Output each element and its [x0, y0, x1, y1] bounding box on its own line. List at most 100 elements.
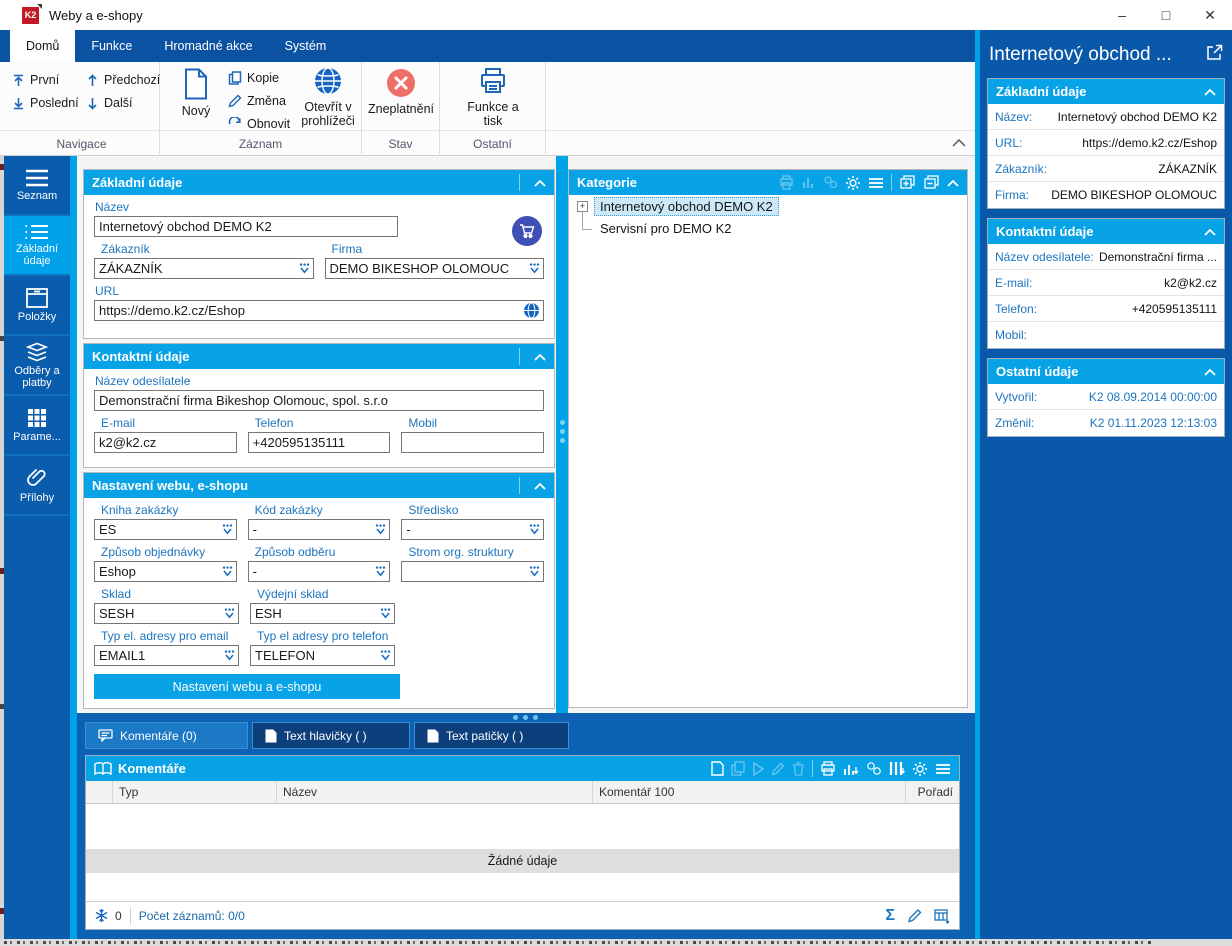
- sum-icon[interactable]: Σ: [885, 907, 895, 925]
- tab-hromadne-akce[interactable]: Hromadné akce: [148, 30, 268, 62]
- dropdown-icon[interactable]: [528, 523, 541, 536]
- nazev-input[interactable]: [94, 216, 398, 237]
- kniha-zakazky-input[interactable]: [94, 519, 237, 540]
- change-button[interactable]: Změna: [228, 91, 286, 111]
- settings-gear-icon[interactable]: [845, 175, 861, 191]
- settings-gear-icon[interactable]: [912, 761, 928, 777]
- minimize-button[interactable]: –: [1100, 1, 1144, 30]
- tree-node-selected[interactable]: Internetový obchod DEMO K2: [594, 197, 779, 216]
- tab-text-hlavicky[interactable]: Text hlavičky ( ): [252, 722, 410, 749]
- firma-input[interactable]: [324, 258, 544, 279]
- collapse-panel-icon[interactable]: [534, 179, 546, 187]
- open-in-browser-button[interactable]: Otevřít v prohlížeči: [296, 66, 360, 128]
- column-header-poradi[interactable]: Pořadí: [906, 781, 959, 803]
- vydejni-sklad-input[interactable]: [250, 603, 395, 624]
- inspector-row: Zákazník: ZÁKAZNÍK: [988, 156, 1224, 182]
- zpusob-objednavky-input[interactable]: [94, 561, 237, 582]
- sidebar-item-zakladni-udaje[interactable]: Základní údaje: [4, 216, 70, 276]
- url-input[interactable]: [94, 300, 544, 321]
- collapse-panel-icon[interactable]: [1204, 228, 1216, 236]
- tab-domu[interactable]: Domů: [10, 30, 76, 62]
- invalidate-button[interactable]: Zneplatnění: [365, 68, 437, 116]
- sidebar-item-odbery-a-platby[interactable]: Odběry a platby: [4, 336, 70, 396]
- collapse-panel-icon[interactable]: [534, 353, 546, 361]
- vertical-splitter[interactable]: [556, 156, 568, 713]
- first-button[interactable]: První: [12, 70, 59, 90]
- collapse-panel-icon[interactable]: [534, 482, 546, 490]
- dropdown-icon[interactable]: [221, 565, 234, 578]
- tab-komentare[interactable]: Komentáře (0): [85, 722, 248, 749]
- stredisko-input[interactable]: [401, 519, 545, 540]
- mobile-input[interactable]: [401, 432, 545, 453]
- maximize-button[interactable]: □: [1144, 1, 1188, 30]
- collapse-ribbon-button[interactable]: [952, 138, 970, 152]
- sidebar-item-parametry[interactable]: Parame...: [4, 396, 70, 456]
- previous-button[interactable]: Předchozí: [86, 70, 160, 90]
- gears-icon[interactable]: [866, 761, 882, 776]
- email-input[interactable]: [94, 432, 237, 453]
- dropdown-icon[interactable]: [379, 607, 392, 620]
- tab-funkce[interactable]: Funkce: [75, 30, 148, 62]
- collapse-panel-icon[interactable]: [1204, 368, 1216, 376]
- add-table-icon[interactable]: [934, 908, 951, 924]
- dropdown-icon[interactable]: [528, 565, 541, 578]
- copy-button[interactable]: Kopie: [228, 68, 279, 88]
- columns-icon[interactable]: [889, 761, 905, 776]
- globe-icon[interactable]: [523, 302, 540, 319]
- edit-pencil-icon[interactable]: [907, 908, 922, 923]
- inspector-row: URL: https://demo.k2.cz/Eshop: [988, 130, 1224, 156]
- nastaveni-webu-button[interactable]: Nastavení webu a e-shopu: [94, 674, 400, 699]
- column-header-komentar[interactable]: Komentář 100: [593, 781, 906, 803]
- dropdown-icon[interactable]: [374, 565, 387, 578]
- column-header-nazev[interactable]: Název: [277, 781, 593, 803]
- shopping-cart-button[interactable]: [512, 216, 542, 246]
- column-header-blank[interactable]: [86, 781, 113, 803]
- sidebar-label: Odběry a platby: [14, 364, 60, 389]
- inspector-row: Název: Internetový obchod DEMO K2: [988, 104, 1224, 130]
- open-external-icon[interactable]: [1206, 44, 1223, 61]
- dropdown-icon[interactable]: [528, 262, 541, 275]
- column-header-typ[interactable]: Typ: [113, 781, 277, 803]
- detail-list-icon: [25, 224, 49, 240]
- menu-icon[interactable]: [935, 763, 951, 775]
- sidebar-item-prilohy[interactable]: Přílohy: [4, 456, 70, 516]
- kod-zakazky-input[interactable]: [247, 519, 391, 540]
- dropdown-icon[interactable]: [298, 262, 311, 275]
- horizontal-splitter[interactable]: [513, 715, 538, 720]
- zpusob-odberu-input[interactable]: [247, 561, 391, 582]
- tab-system[interactable]: Systém: [269, 30, 343, 62]
- typ-adresy-email-input[interactable]: [94, 645, 239, 666]
- menu-icon[interactable]: [868, 177, 884, 189]
- dropdown-icon[interactable]: [223, 649, 236, 662]
- close-button[interactable]: ✕: [1188, 1, 1232, 30]
- strom-org-struktury-input[interactable]: [401, 561, 545, 582]
- last-button[interactable]: Poslední: [12, 93, 79, 113]
- new-button[interactable]: Nový: [174, 68, 218, 118]
- sklad-input[interactable]: [94, 603, 239, 624]
- new-record-icon[interactable]: [711, 761, 724, 776]
- print-icon[interactable]: [820, 761, 836, 776]
- category-tree: + Internetový obchod DEMO K2 Servisní pr…: [569, 195, 967, 236]
- dropdown-icon[interactable]: [221, 523, 234, 536]
- tree-node[interactable]: Servisní pro DEMO K2: [595, 220, 737, 237]
- sidebar-item-seznam[interactable]: Seznam: [4, 156, 70, 216]
- zakaznik-input[interactable]: [94, 258, 314, 279]
- sidebar-item-polozky[interactable]: Položky: [4, 276, 70, 336]
- chart-icon[interactable]: [843, 761, 859, 776]
- function-and-print-button[interactable]: Funkce a tisk: [461, 66, 525, 128]
- dropdown-icon[interactable]: [223, 607, 236, 620]
- expand-all-icon[interactable]: [899, 175, 916, 190]
- phone-input[interactable]: [247, 432, 391, 453]
- collapse-panel-icon[interactable]: [947, 179, 959, 187]
- typ-adresy-telefon-input[interactable]: [250, 645, 395, 666]
- table-status-bar: 0 Počet záznamů: 0/0 Σ: [86, 901, 959, 929]
- sender-input[interactable]: [94, 390, 544, 411]
- tree-expand-button[interactable]: +: [577, 201, 588, 212]
- collapse-all-icon[interactable]: [923, 175, 940, 190]
- dropdown-icon[interactable]: [379, 649, 392, 662]
- dropdown-icon[interactable]: [374, 523, 387, 536]
- next-button[interactable]: Další: [86, 93, 132, 113]
- refresh-button[interactable]: Obnovit: [228, 114, 290, 134]
- collapse-panel-icon[interactable]: [1204, 88, 1216, 96]
- tab-text-paticky[interactable]: Text patičky ( ): [414, 722, 569, 749]
